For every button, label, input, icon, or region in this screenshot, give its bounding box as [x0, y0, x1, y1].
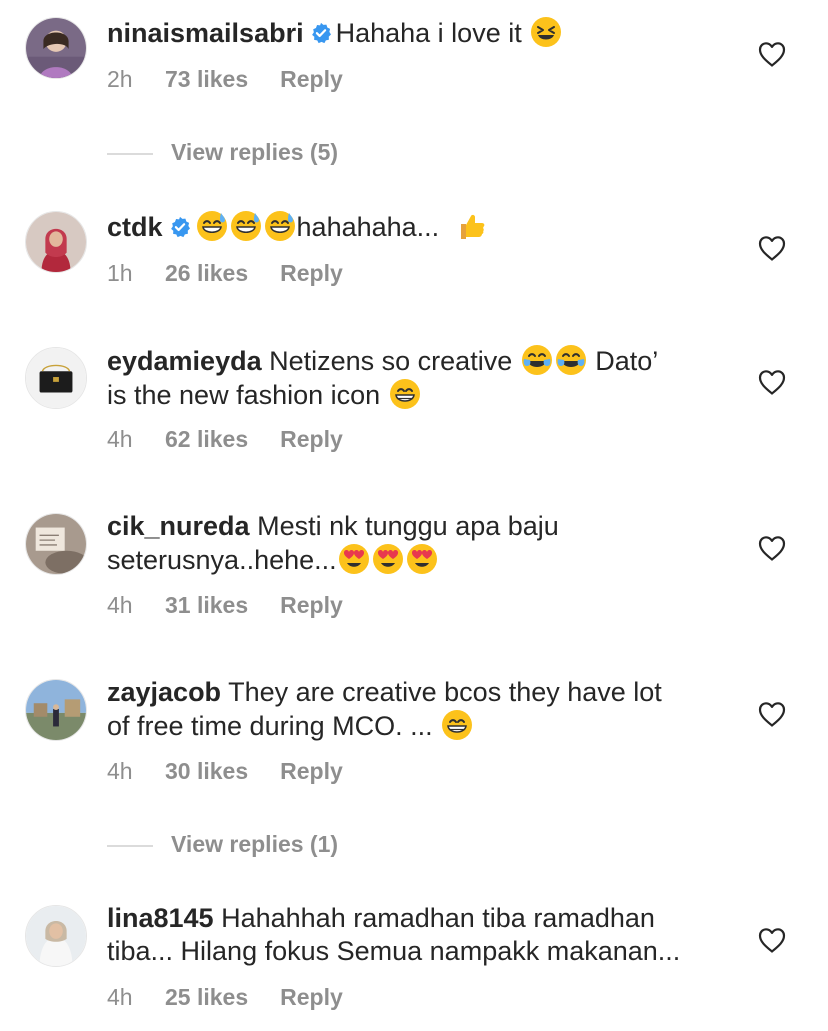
comment-text: ctdk hahahaha...	[107, 210, 727, 244]
heart-outline-icon[interactable]	[758, 41, 786, 67]
comment-text: eydamieyda Netizens so creative Dato’ is…	[107, 344, 727, 412]
heart-outline-icon[interactable]	[758, 535, 786, 561]
avatar[interactable]	[25, 513, 87, 575]
grinning-sweat-emoji-icon	[196, 210, 228, 242]
heart-outline-icon[interactable]	[758, 235, 786, 261]
comment-username[interactable]: eydamieyda	[107, 346, 262, 376]
comment-meta: 2h 73 likes Reply	[107, 66, 343, 93]
tears-of-joy-emoji-icon	[555, 344, 587, 376]
reply-button[interactable]: Reply	[280, 758, 343, 785]
verified-badge-icon	[310, 22, 332, 44]
comment-time: 1h	[107, 260, 133, 286]
grinning-sweat-emoji-icon	[230, 210, 262, 242]
comment-time: 2h	[107, 66, 133, 92]
avatar[interactable]	[25, 347, 87, 409]
comment-username[interactable]: ninaismailsabri	[107, 18, 304, 48]
comment-username[interactable]: ctdk	[107, 212, 163, 242]
avatar[interactable]	[25, 211, 87, 273]
comment-username[interactable]: zayjacob	[107, 677, 221, 707]
heart-eyes-emoji-icon	[338, 543, 370, 575]
reply-button[interactable]: Reply	[280, 592, 343, 619]
comment-body-line2: seterusnya..hehe...	[107, 545, 337, 575]
comment-time: 4h	[107, 758, 133, 784]
avatar[interactable]	[25, 17, 87, 79]
divider-line	[107, 152, 153, 155]
comment-time: 4h	[107, 592, 133, 618]
comment-body: They are creative bcos they have lot	[228, 677, 662, 707]
verified-badge-icon	[169, 216, 191, 238]
laughing-emoji-icon	[530, 16, 562, 48]
comment-body-line2: is the new fashion icon	[107, 380, 381, 410]
comment-text: zayjacob They are creative bcos they hav…	[107, 676, 727, 743]
comment-time: 4h	[107, 426, 133, 452]
comment-body: Netizens so creative	[269, 346, 513, 376]
comment-meta: 4h 25 likes Reply	[107, 984, 343, 1011]
grinning-emoji-icon	[389, 378, 421, 410]
comment-meta: 4h 62 likes Reply	[107, 426, 343, 453]
grinning-emoji-icon	[441, 709, 473, 741]
comment-meta: 4h 30 likes Reply	[107, 758, 343, 785]
avatar[interactable]	[25, 905, 87, 967]
view-replies-label: View replies (1)	[171, 831, 339, 857]
comment-likes[interactable]: 31 likes	[165, 592, 248, 619]
comment-body: Hahahhah ramadhan tiba ramadhan	[221, 903, 655, 933]
heart-outline-icon[interactable]	[758, 701, 786, 727]
view-replies-button[interactable]: View replies (1)	[107, 831, 338, 858]
grinning-sweat-emoji-icon	[264, 210, 296, 242]
comment-body-line2: of free time during MCO. ...	[107, 711, 433, 741]
view-replies-label: View replies (5)	[171, 139, 339, 165]
tears-of-joy-emoji-icon	[521, 344, 553, 376]
comment-meta: 4h 31 likes Reply	[107, 592, 343, 619]
comment-time: 4h	[107, 984, 133, 1010]
comment-likes[interactable]: 30 likes	[165, 758, 248, 785]
comment-body-line2: tiba... Hilang fokus Semua nampakk makan…	[107, 936, 681, 966]
heart-outline-icon[interactable]	[758, 927, 786, 953]
reply-button[interactable]: Reply	[280, 426, 343, 453]
thumbs-up-emoji-icon	[455, 210, 487, 242]
heart-outline-icon[interactable]	[758, 369, 786, 395]
comment-username[interactable]: cik_nureda	[107, 511, 250, 541]
heart-eyes-emoji-icon	[372, 543, 404, 575]
reply-button[interactable]: Reply	[280, 984, 343, 1011]
comment-body: Hahaha i love it	[335, 18, 522, 48]
comment-likes[interactable]: 62 likes	[165, 426, 248, 453]
avatar[interactable]	[25, 679, 87, 741]
heart-eyes-emoji-icon	[406, 543, 438, 575]
comment-body: hahahaha...	[296, 212, 440, 242]
reply-button[interactable]: Reply	[280, 260, 343, 287]
comment-body: Mesti nk tunggu apa baju	[257, 511, 559, 541]
comment-likes[interactable]: 26 likes	[165, 260, 248, 287]
reply-button[interactable]: Reply	[280, 66, 343, 93]
comment-text: cik_nureda Mesti nk tunggu apa baju sete…	[107, 510, 727, 577]
divider-line	[107, 844, 153, 847]
comment-body-continued: Dato’	[595, 346, 659, 376]
comment-likes[interactable]: 25 likes	[165, 984, 248, 1011]
comment-username[interactable]: lina8145	[107, 903, 214, 933]
view-replies-button[interactable]: View replies (5)	[107, 139, 338, 166]
comment-likes[interactable]: 73 likes	[165, 66, 248, 93]
comment-text: ninaismailsabri Hahaha i love it	[107, 16, 727, 50]
comment-meta: 1h 26 likes Reply	[107, 260, 343, 287]
comment-text: lina8145 Hahahhah ramadhan tiba ramadhan…	[107, 902, 727, 968]
